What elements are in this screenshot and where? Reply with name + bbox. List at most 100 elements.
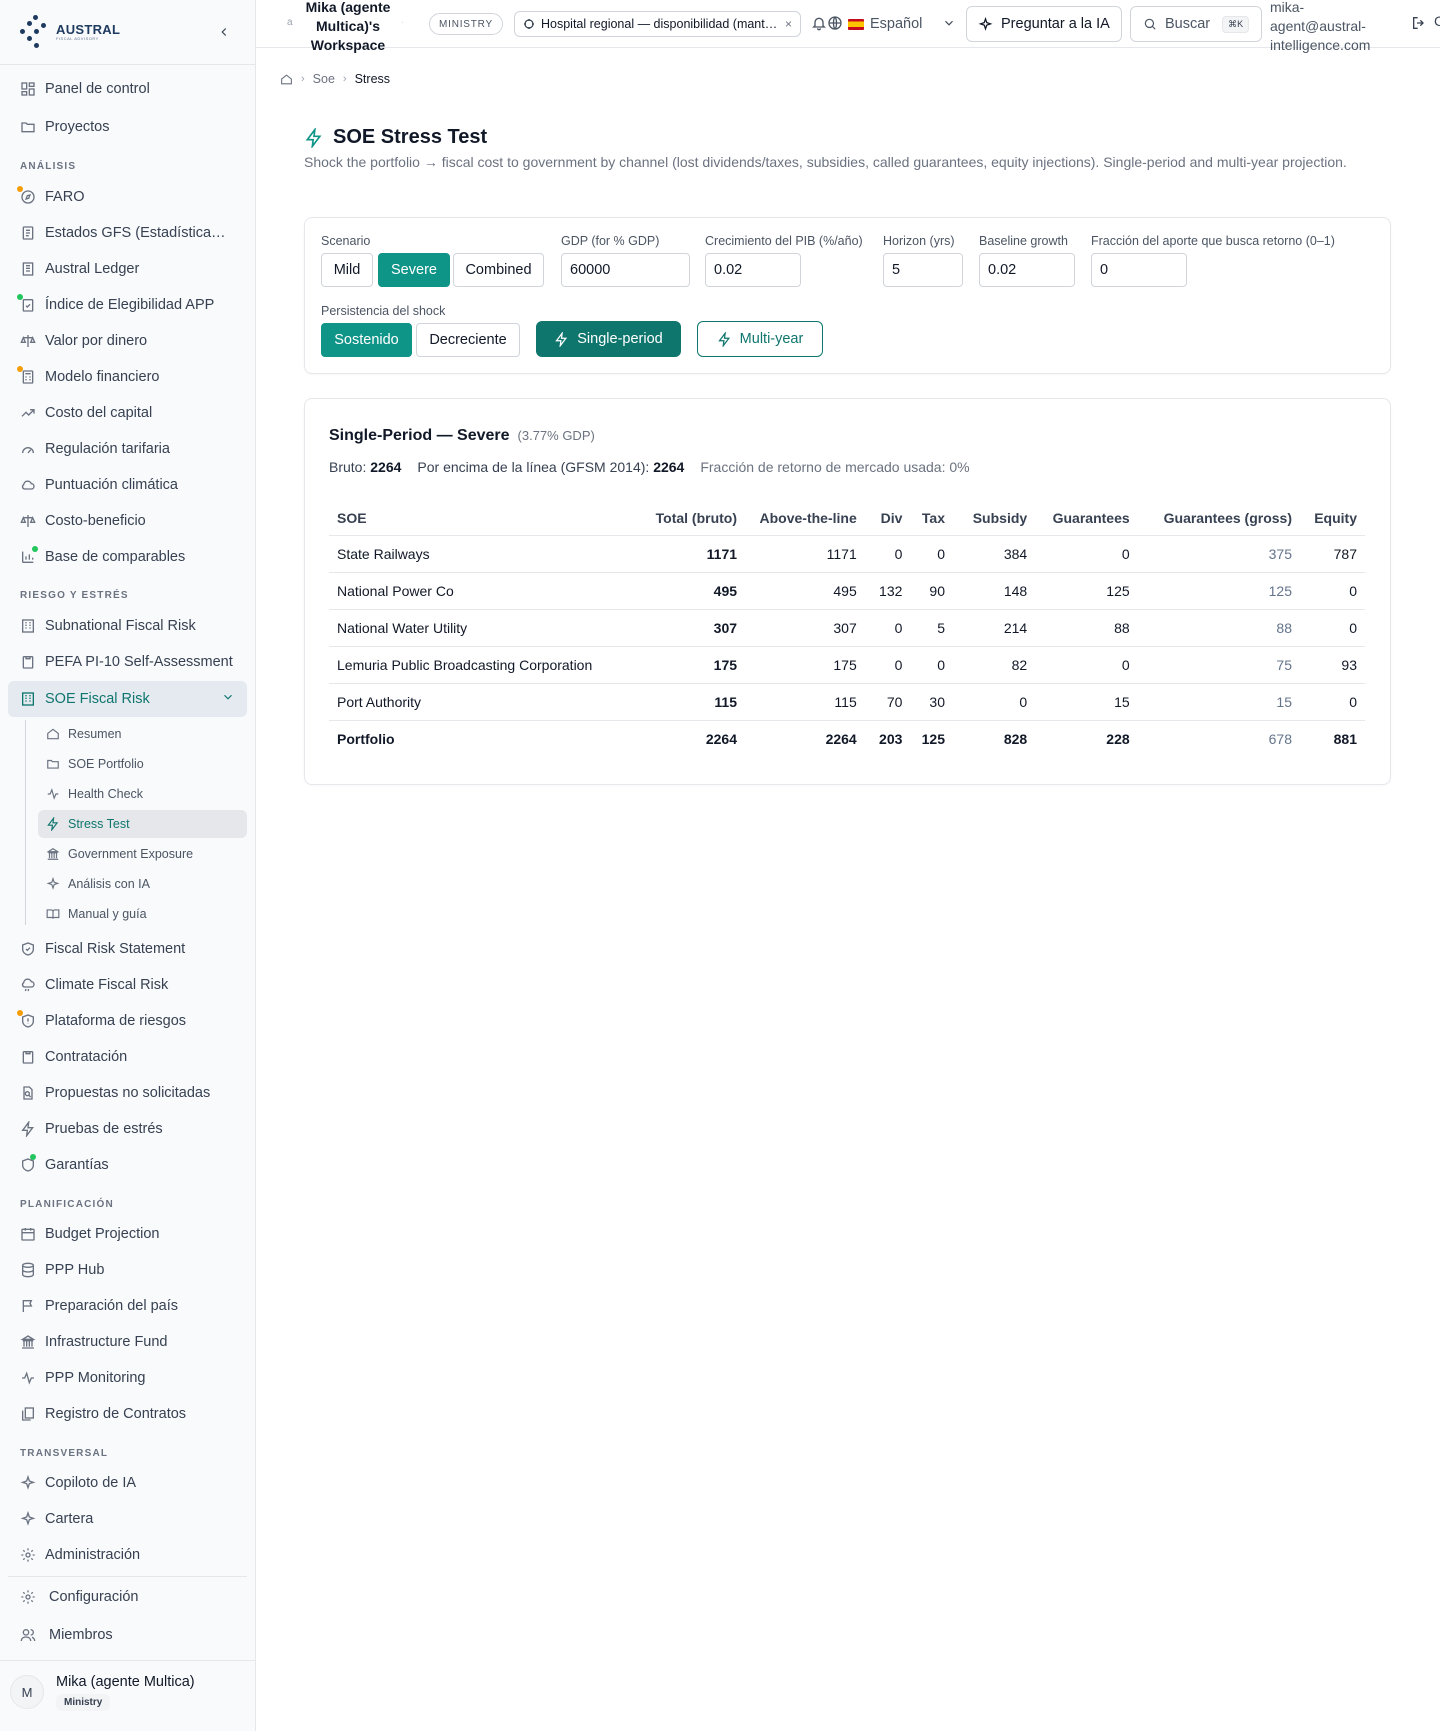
gdp-growth-input[interactable]: 0.02 (705, 253, 801, 287)
sidebar-item-proyectos[interactable]: Proyectos (8, 110, 247, 144)
sidebar-item-contratacion[interactable]: Contratación (8, 1040, 247, 1074)
logout-icon[interactable] (1411, 15, 1427, 31)
cell-total: 175 (633, 646, 746, 684)
workspace-name[interactable]: Mika (agente Multica)'s Workspace (297, 0, 399, 55)
sidebar-item-miembros[interactable]: Miembros (8, 1618, 247, 1652)
subnav-manual[interactable]: Manual y guía (38, 900, 247, 928)
table-row[interactable]: Lemuria Public Broadcasting Corporation … (329, 646, 1365, 684)
database-icon (20, 1262, 36, 1278)
sidebar-item-administracion[interactable]: Administración (8, 1538, 247, 1572)
scenario-severe-button[interactable]: Severe (378, 253, 450, 287)
persistence-decreciente-button[interactable]: Decreciente (416, 323, 520, 357)
cell-subsidy: 384 (953, 535, 1036, 573)
column-header: Tax (910, 501, 953, 536)
sidebar-item-climatica[interactable]: Puntuación climática (8, 468, 247, 502)
sidebar-item-garantias[interactable]: Garantías (8, 1148, 247, 1182)
subnav-label: Análisis con IA (68, 877, 150, 891)
sidebar-item-label: PEFA PI-10 Self-Assessment (45, 654, 233, 670)
sidebar-item-elegibilidad[interactable]: Índice de Elegibilidad APP (8, 288, 247, 322)
cell-soe: Port Authority (329, 683, 634, 721)
bell-icon[interactable] (811, 15, 827, 31)
truncated-edge-text: C (1434, 13, 1440, 29)
subnav-resumen[interactable]: Resumen (38, 720, 247, 748)
sidebar-item-gfs[interactable]: Estados GFS (Estadísticas de Finanzas Pú… (8, 216, 247, 250)
sidebar-item-comparables[interactable]: Base de comparables (8, 540, 247, 574)
sidebar-item-configuracion[interactable]: Configuración (8, 1580, 247, 1614)
sidebar-item-registro-contratos[interactable]: Registro de Contratos (8, 1397, 247, 1431)
scenario-mild-button[interactable]: Mild (321, 253, 373, 287)
subnav-stress-test[interactable]: Stress Test (38, 810, 247, 838)
ask-ai-button[interactable]: Preguntar a la IA (966, 6, 1122, 42)
collapse-sidebar-button[interactable] (214, 22, 234, 42)
project-name: Hospital regional — disponibilidad (mant… (541, 17, 779, 31)
table-row[interactable]: State Railways 1171 1171 0 0 384 0 375 7… (329, 535, 1365, 573)
sidebar-item-subnational[interactable]: Subnational Fiscal Risk (8, 609, 247, 643)
cell-subsidy: 828 (953, 719, 1036, 758)
cell-tax: 0 (910, 535, 953, 573)
gear-icon (20, 1547, 36, 1563)
sidebar-item-ppp-monitoring[interactable]: PPP Monitoring (8, 1361, 247, 1395)
sidebar-item-regulacion[interactable]: Regulación tarifaria (8, 432, 247, 466)
globe-icon[interactable] (827, 15, 843, 31)
sidebar-item-cartera[interactable]: Cartera (8, 1502, 247, 1536)
sidebar-item-modelo[interactable]: Modelo financiero (8, 360, 247, 394)
sidebar-item-costo-capital[interactable]: Costo del capital (8, 396, 247, 430)
close-icon[interactable]: × (785, 17, 792, 31)
subnav-government-exposure[interactable]: Government Exposure (38, 840, 247, 868)
sidebar-item-copiloto[interactable]: Copiloto de IA (8, 1466, 247, 1500)
subnav-analisis-ia[interactable]: Análisis con IA (38, 870, 247, 898)
topbar: a Mika (agente Multica)'s Workspace · MI… (256, 0, 1440, 53)
sidebar-item-pruebas-estres[interactable]: Pruebas de estrés (8, 1112, 247, 1146)
sidebar-item-faro[interactable]: FARO (8, 180, 247, 214)
brand-logo[interactable]: AUSTRAL FISCAL ADVISORY (18, 14, 120, 50)
sidebar-item-pefa[interactable]: PEFA PI-10 Self-Assessment (8, 645, 247, 679)
sidebar-item-valor[interactable]: Valor por dinero (8, 324, 247, 358)
ask-ai-label: Preguntar a la IA (1001, 16, 1110, 32)
cell-total: 495 (633, 572, 746, 610)
sidebar-item-climate-fiscal-risk[interactable]: Climate Fiscal Risk (8, 968, 247, 1002)
cell-equity: 787 (1300, 535, 1365, 573)
gdp-input[interactable]: 60000 (561, 253, 690, 287)
sidebar-item-ledger[interactable]: Austral Ledger (8, 252, 247, 286)
home-icon[interactable] (280, 73, 293, 86)
sidebar-item-propuestas[interactable]: Propuestas no solicitadas (8, 1076, 247, 1110)
return-fraction-input[interactable]: 0 (1091, 253, 1187, 287)
breadcrumb-soe[interactable]: Soe (313, 72, 335, 86)
sidebar-item-costo-beneficio[interactable]: Costo-beneficio (8, 504, 247, 538)
subnav-health-check[interactable]: Health Check (38, 780, 247, 808)
project-selector[interactable]: Hospital regional — disponibilidad (mant… (514, 11, 801, 37)
table-row[interactable]: Port Authority 115 115 70 30 0 15 15 0 (329, 683, 1365, 721)
cell-tax: 125 (910, 719, 953, 758)
language-selector[interactable]: Español (848, 13, 922, 35)
sidebar-item-ppp-hub[interactable]: PPP Hub (8, 1253, 247, 1287)
sidebar-item-label: Costo del capital (45, 405, 153, 421)
horizon-input[interactable]: 5 (883, 253, 963, 287)
baseline-growth-input[interactable]: 0.02 (979, 253, 1075, 287)
sidebar-item-panel[interactable]: Panel de control (8, 72, 247, 106)
zap-icon (20, 1121, 36, 1137)
chevron-down-icon[interactable] (942, 16, 956, 30)
run-multi-year-button[interactable]: Multi-year (697, 321, 823, 357)
sidebar-item-soe-fiscal-risk[interactable]: SOE Fiscal Risk (8, 681, 247, 717)
sidebar-item-budget-projection[interactable]: Budget Projection (8, 1217, 247, 1251)
sidebar-item-plataforma-riesgos[interactable]: Plataforma de riesgos (8, 1004, 247, 1038)
baseline-growth-label: Baseline growth (979, 234, 1068, 248)
language-label: Español (870, 16, 923, 32)
search-button[interactable]: Buscar ⌘K (1130, 6, 1262, 42)
sidebar-item-label: Plataforma de riesgos (45, 1013, 187, 1029)
results-summary: Bruto: 2264 Por encima de la línea (GFSM… (329, 459, 970, 475)
sidebar-item-fiscal-risk-statement[interactable]: Fiscal Risk Statement (8, 932, 247, 966)
table-row[interactable]: National Water Utility 307 307 0 5 214 8… (329, 609, 1365, 647)
run-single-period-button[interactable]: Single-period (536, 321, 681, 357)
table-row[interactable]: National Power Co 495 495 132 90 148 125… (329, 572, 1365, 610)
user-card[interactable]: M Mika (agente Multica) Ministry (10, 1664, 250, 1720)
sidebar-item-infrastructure-fund[interactable]: Infrastructure Fund (8, 1325, 247, 1359)
sidebar-item-label: Contratación (45, 1049, 128, 1065)
sparkles-icon (20, 1475, 36, 1491)
scenario-combined-button[interactable]: Combined (453, 253, 544, 287)
sidebar-item-preparacion[interactable]: Preparación del país (8, 1289, 247, 1323)
section-label-planificacion: PLANIFICACIÓN (20, 1199, 114, 1210)
sidebar-item-label: FARO (45, 189, 85, 205)
persistence-sostenido-button[interactable]: Sostenido (321, 323, 412, 357)
subnav-soe-portfolio[interactable]: SOE Portfolio (38, 750, 247, 778)
